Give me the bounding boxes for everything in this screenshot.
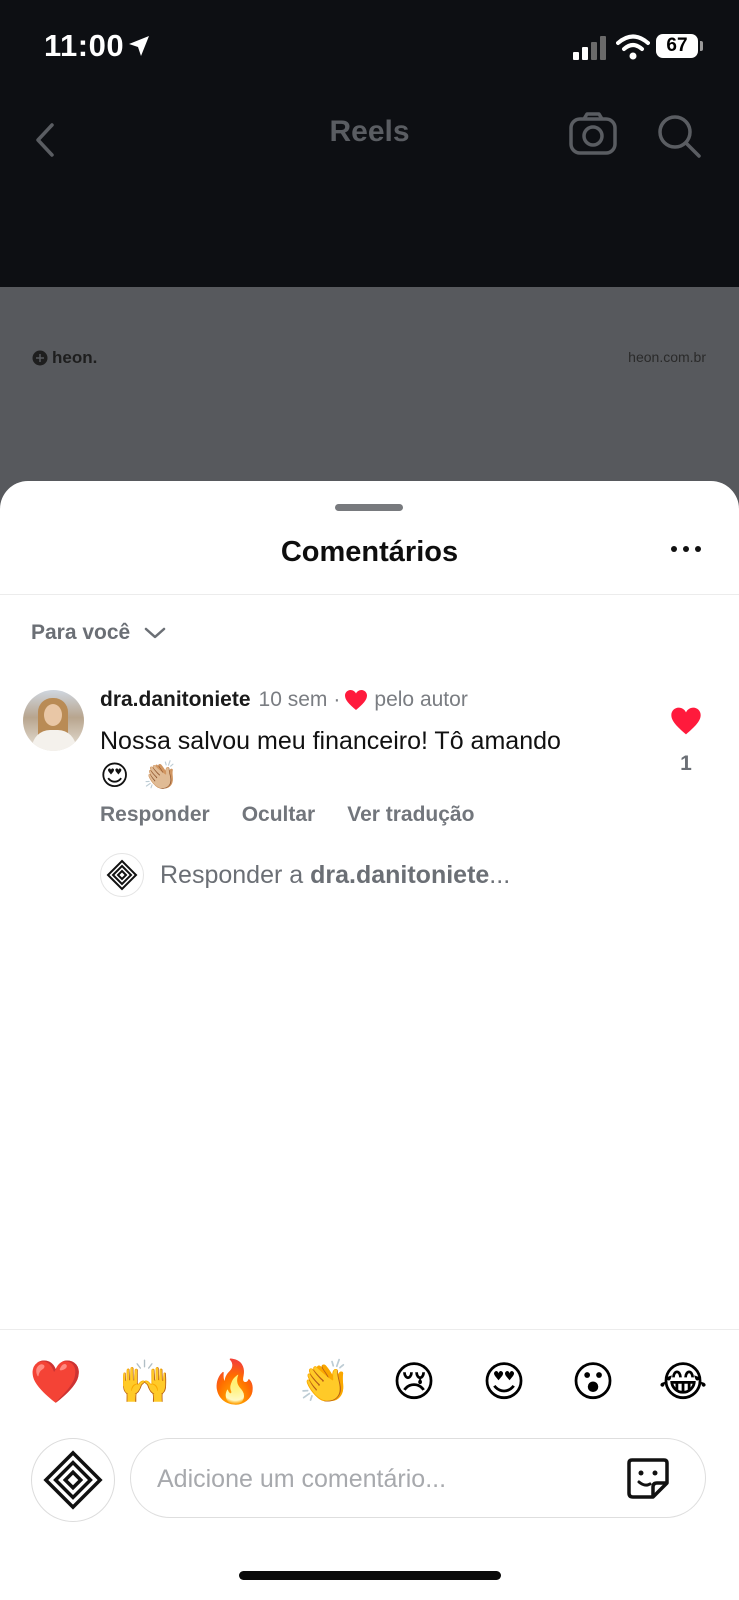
like-count: 1 <box>680 752 692 775</box>
reply-prompt: Responder a dra.danitoniete... <box>160 861 510 890</box>
emoji-crying-face[interactable]: 😢 <box>384 1352 444 1412</box>
chevron-down-icon <box>145 627 166 639</box>
divider <box>0 1329 739 1330</box>
location-arrow-icon <box>129 36 149 56</box>
avatar-face <box>44 704 62 726</box>
status-bar: 11:00 67 <box>0 0 739 95</box>
sheet-drag-handle[interactable] <box>335 504 403 511</box>
hide-button[interactable]: Ocultar <box>242 803 316 827</box>
comment-input[interactable] <box>155 1439 599 1519</box>
sheet-title: Comentários <box>280 536 459 568</box>
emoji-clapping-hands[interactable]: 👏 <box>295 1352 355 1412</box>
emoji-red-heart[interactable]: ❤️ <box>26 1352 86 1412</box>
see-translation-button[interactable]: Ver tradução <box>347 803 474 827</box>
avatar-body <box>32 730 76 751</box>
home-indicator[interactable] <box>239 1571 501 1580</box>
comment-body: Nossa salvou meu financeiro! Tô amando 😍… <box>100 724 620 793</box>
emoji-raising-hands[interactable]: 🙌 <box>115 1352 175 1412</box>
brand-logo-icon <box>106 859 138 891</box>
reply-to-comment[interactable]: Responder a dra.danitoniete... <box>100 853 510 897</box>
separator-dot: · <box>333 688 341 711</box>
search-icon[interactable] <box>656 113 702 159</box>
status-time: 11:00 <box>44 28 125 63</box>
divider <box>0 594 739 595</box>
heon-mark-icon <box>32 350 48 366</box>
emoji-surprised-face[interactable]: 😮 <box>563 1352 623 1412</box>
like-heart-icon[interactable] <box>670 706 702 736</box>
heon-logo: heon. <box>32 347 97 369</box>
comment-text: Nossa salvou meu financeiro! Tô amando <box>100 727 561 755</box>
reply-prefix: Responder a <box>160 860 311 889</box>
filter-label: Para você <box>31 621 131 644</box>
reply-button[interactable]: Responder <box>100 803 210 827</box>
author-liked-heart-icon <box>345 690 368 710</box>
comment-actions: Responder Ocultar Ver tradução <box>100 803 474 827</box>
reels-header: Reels <box>0 95 739 287</box>
battery-nub <box>700 41 703 51</box>
account-avatar <box>100 853 144 897</box>
comment-filter-dropdown[interactable]: Para você <box>31 621 166 645</box>
comment-timestamp: 10 sem <box>258 688 328 711</box>
camera-icon[interactable] <box>568 111 618 157</box>
battery-indicator: 67 <box>656 34 698 58</box>
heon-wordmark: heon. <box>52 348 98 367</box>
cellular-signal-icon <box>573 36 606 60</box>
brand-url: heon.com.br <box>628 349 706 365</box>
comment-header: dra.danitoniete 10 sem · pelo autor <box>100 688 468 712</box>
comment-composer <box>0 1434 739 1526</box>
reply-username: dra.danitoniete <box>310 860 490 889</box>
liked-by-author-label: pelo autor <box>374 688 468 711</box>
brand-logo-icon <box>43 1450 103 1510</box>
clapping-hands-emoji: 👏🏼 <box>143 760 179 792</box>
comment-input-box <box>130 1438 706 1519</box>
quick-emoji-bar: ❤️ 🙌 🔥 👏 😢 😍 😮 😂 <box>0 1352 739 1418</box>
emoji-heart-eyes[interactable]: 😍 <box>474 1352 534 1412</box>
current-user-avatar[interactable] <box>31 1438 115 1522</box>
more-options-icon[interactable] <box>668 539 704 559</box>
page-title: Reels <box>329 115 410 148</box>
sticker-icon[interactable] <box>625 1455 671 1501</box>
avatar[interactable] <box>23 690 84 751</box>
heart-eyes-emoji: 😍 <box>100 760 130 792</box>
comment-username[interactable]: dra.danitoniete <box>100 688 251 712</box>
wifi-icon <box>616 34 650 60</box>
emoji-fire[interactable]: 🔥 <box>205 1352 265 1412</box>
reply-suffix: ... <box>489 860 511 889</box>
emoji-laughing-tears[interactable]: 😂 <box>653 1352 713 1412</box>
comments-sheet: Comentários Para você dra.danitoniete 10… <box>0 481 739 1600</box>
